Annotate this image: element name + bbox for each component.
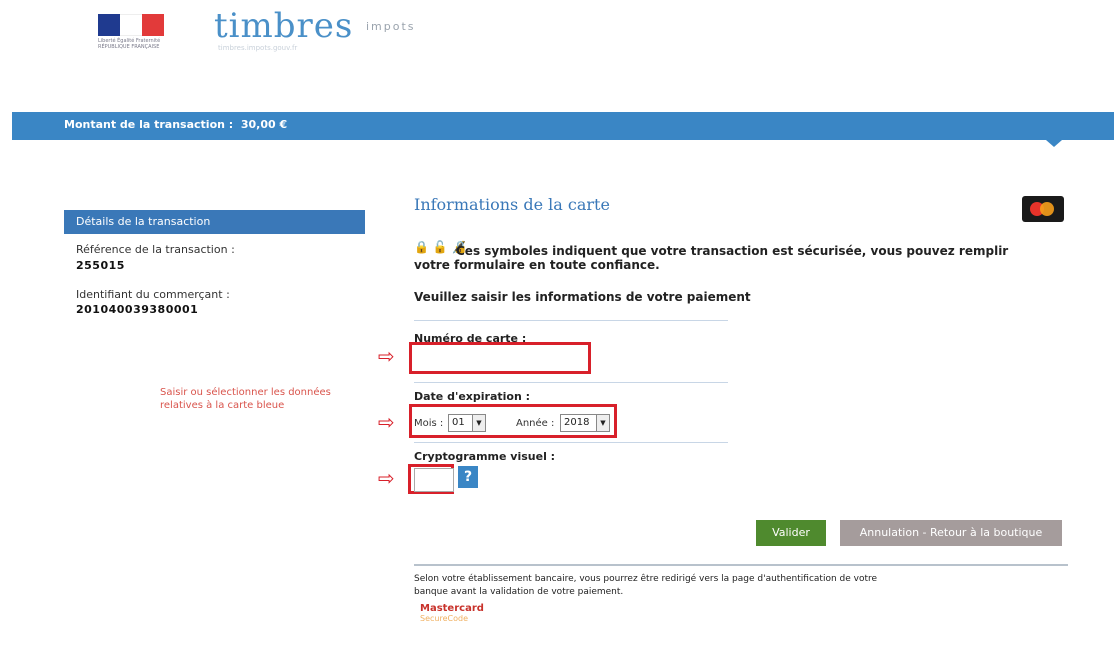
payment-heading: Veuillez saisir les informations de votr… xyxy=(414,290,751,304)
expiry-label: Date d'expiration : xyxy=(414,390,531,403)
footer-divider xyxy=(414,564,1068,566)
chevron-down-icon: ▼ xyxy=(472,415,485,431)
year-value: 2018 xyxy=(564,417,590,428)
ref-value: 255015 xyxy=(76,259,125,272)
bar-notch xyxy=(1046,140,1062,147)
month-value: 01 xyxy=(452,417,465,428)
brand-tagline: timbres.impots.gouv.fr xyxy=(218,44,298,52)
cvv-label: Cryptogramme visuel : xyxy=(414,450,556,463)
year-select[interactable]: 2018 ▼ xyxy=(560,414,610,432)
mastercard-securecode-logo: Mastercard xyxy=(420,603,484,614)
transaction-details-header: Détails de la transaction xyxy=(64,210,365,234)
validate-button[interactable]: Valider xyxy=(756,520,826,546)
ref-label: Référence de la transaction : xyxy=(76,243,235,256)
help-icon[interactable]: ? xyxy=(458,466,478,488)
bank-redirect-notice: Selon votre établissement bancaire, vous… xyxy=(414,574,878,597)
brand-subtitle: impots xyxy=(366,20,416,33)
year-label: Année : xyxy=(516,418,555,429)
merchant-label: Identifiant du commerçant : xyxy=(76,288,230,301)
cancel-return-button[interactable]: Annulation - Retour à la boutique xyxy=(840,520,1062,546)
month-select[interactable]: 01 ▼ xyxy=(448,414,486,432)
mastercard-icon xyxy=(1022,196,1064,222)
chevron-down-icon: ▼ xyxy=(596,415,609,431)
divider xyxy=(414,382,728,383)
security-notice: Ces symboles indiquent que votre transac… xyxy=(414,244,1009,272)
card-number-input[interactable] xyxy=(409,342,591,374)
card-info-title: Informations de la carte xyxy=(414,195,610,214)
merchant-value: 201040039380001 xyxy=(76,303,199,316)
panel-title: Détails de la transaction xyxy=(76,215,211,228)
divider xyxy=(414,442,728,443)
arrow-icon: ⇨ xyxy=(378,410,395,434)
arrow-icon: ⇨ xyxy=(378,344,395,368)
transaction-amount: Montant de la transaction : 30,00 € xyxy=(64,118,287,131)
arrow-icon: ⇨ xyxy=(378,466,395,490)
republic-flag-logo xyxy=(98,14,164,36)
amount-value: 30,00 € xyxy=(240,118,288,131)
divider xyxy=(414,320,728,321)
month-label: Mois : xyxy=(414,418,444,429)
brand-logo: timbres xyxy=(214,6,354,46)
amount-label: Montant de la transaction : xyxy=(64,118,234,131)
securecode-label: SecureCode xyxy=(420,614,468,623)
card-data-hint: Saisir ou sélectionner les données relat… xyxy=(160,387,331,411)
cvv-input[interactable] xyxy=(414,468,454,492)
flag-caption: Liberté Égalité Fraternité RÉPUBLIQUE FR… xyxy=(98,38,161,50)
